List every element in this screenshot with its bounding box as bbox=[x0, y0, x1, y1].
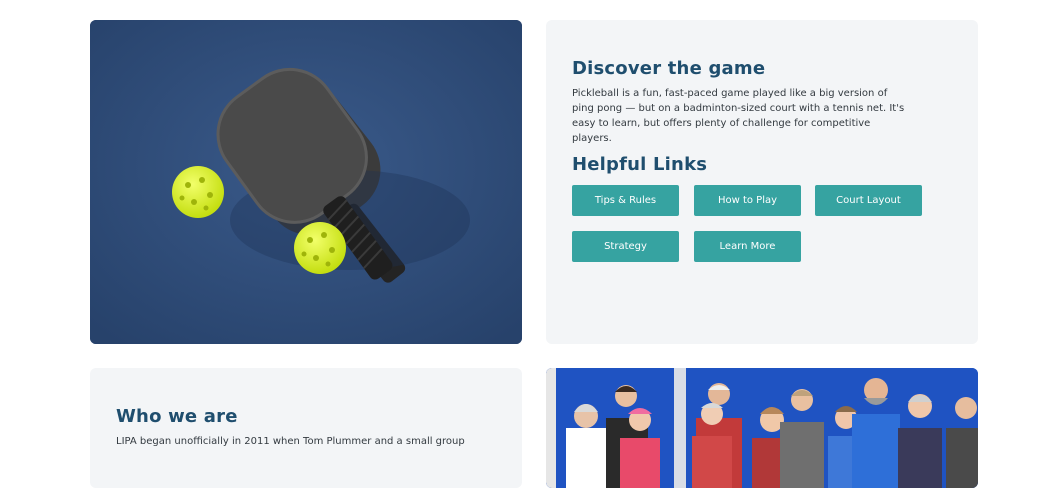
group-photo bbox=[546, 368, 978, 488]
how-to-play-button[interactable]: How to Play bbox=[694, 185, 801, 216]
discover-heading: Discover the game bbox=[572, 58, 766, 79]
helpful-links-heading: Helpful Links bbox=[572, 154, 708, 175]
discover-description: Pickleball is a fun, fast-paced game pla… bbox=[572, 88, 905, 144]
strategy-button[interactable]: Strategy bbox=[572, 231, 679, 262]
tips-rules-button[interactable]: Tips & Rules bbox=[572, 185, 679, 216]
who-we-are-card: Who we are LIPA began unofficially in 20… bbox=[90, 368, 522, 488]
pickleball-paddles-photo bbox=[90, 20, 522, 344]
paddles-illustration bbox=[90, 20, 522, 344]
pickleball-left bbox=[172, 166, 224, 218]
pickleball-right bbox=[294, 222, 346, 274]
who-we-are-heading: Who we are bbox=[116, 406, 238, 427]
group-photo-illustration bbox=[546, 368, 978, 488]
learn-more-button[interactable]: Learn More bbox=[694, 231, 801, 262]
discover-card: Discover the game Pickleball is a fun, f… bbox=[546, 20, 978, 344]
court-layout-button[interactable]: Court Layout bbox=[815, 185, 922, 216]
